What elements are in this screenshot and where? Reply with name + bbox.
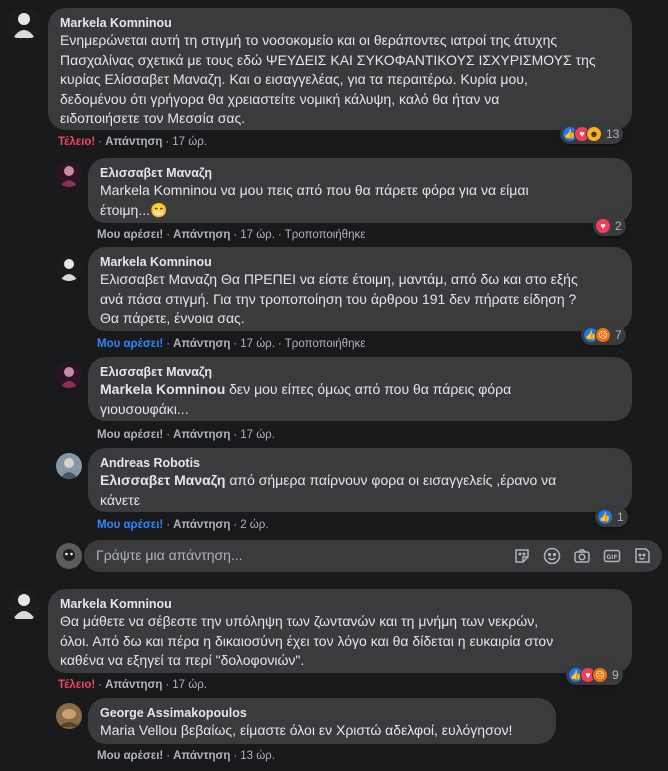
reaction-count: 9 (612, 668, 619, 682)
reply-button[interactable]: Απάντηση (173, 519, 230, 531)
comment-text: Markela Komninou δεν μου είπες όμως από … (100, 381, 512, 417)
comment-author[interactable]: George Assimakopoulos (100, 705, 544, 721)
avatar[interactable] (56, 255, 82, 281)
timestamp[interactable]: 13 ώρ. (240, 750, 275, 762)
current-user-avatar (56, 543, 82, 569)
mention-link[interactable]: Markela Komninou (100, 381, 225, 397)
comment-actions: Μου αρέσει! · Απάντηση · 17 ώρ. · Τροποποιήθηκ… (97, 229, 366, 241)
reactions-summary[interactable]: ♥ 2 (593, 216, 626, 236)
avatar[interactable] (56, 703, 82, 729)
love-reaction-icon: ♥ (595, 218, 611, 234)
comment-text: Ελισσαβετ Μαναζη από σήμερα παίρνουν φορ… (100, 472, 557, 508)
reply-button[interactable]: Απάντηση (173, 429, 230, 441)
comment-bubble: Markela Komninou Θα μάθετε να σέβεστε τη… (48, 589, 632, 673)
mention-link[interactable]: Ελισσαβετ Μαναζη (100, 472, 225, 488)
reaction-count: 2 (615, 219, 622, 233)
timestamp[interactable]: 17 ώρ. (240, 429, 275, 441)
reaction-count: 1 (617, 510, 624, 524)
reply-button[interactable]: Απάντηση (173, 338, 230, 350)
avatar[interactable] (56, 362, 82, 388)
like-button[interactable]: Μου αρέσει! (97, 750, 163, 762)
angry-reaction-icon: ☹ (592, 667, 608, 683)
comment-actions: Μου αρέσει! · Απάντηση · 17 ώρ. · Τροποποιήθηκ… (97, 338, 366, 350)
reaction-count: 13 (606, 127, 620, 141)
reply-input[interactable] (96, 547, 496, 563)
like-button[interactable]: Τέλειο! (58, 136, 95, 148)
like-reaction-icon: 👍 (597, 509, 613, 525)
timestamp[interactable]: 17 ώρ. (240, 229, 275, 241)
comment-actions: Μου αρέσει! · Απάντηση · 17 ώρ. (97, 429, 275, 441)
comment-bubble: George Assimakopoulos Maria Vellou βεβαί… (88, 698, 556, 744)
comment-author[interactable]: Markela Komninou (100, 254, 620, 270)
reply-button[interactable]: Απάντηση (105, 679, 162, 691)
comment-text: Θα μάθετε να σέβεστε την υπόληψη των ζων… (60, 613, 554, 668)
angry-reaction-icon: ☹ (595, 327, 611, 343)
comment-bubble: Ελισσαβετ Μαναζη Markela Komninou να μου… (88, 158, 632, 223)
like-button[interactable]: Τέλειο! (58, 679, 95, 691)
avatar[interactable] (56, 161, 82, 187)
haha-reaction-icon: ☻ (586, 126, 602, 142)
comment-text: Ελισσαβετ Μαναζη Θα ΠΡΕΠΕΙ να είστε έτοι… (100, 271, 578, 326)
comment-bubble: Andreas Robotis Ελισσαβετ Μαναζη από σήμ… (88, 448, 632, 512)
reply-button[interactable]: Απάντηση (173, 229, 230, 241)
edited-label[interactable]: Τροποποιήθηκε (285, 229, 366, 241)
like-button[interactable]: Μου αρέσει! (97, 338, 163, 350)
reactions-summary[interactable]: 👍 ♥ ☻ 13 (560, 124, 624, 144)
timestamp[interactable]: 17 ώρ. (172, 136, 207, 148)
svg-text:GIF: GIF (606, 554, 617, 561)
sticker-alt-icon[interactable] (632, 546, 652, 566)
comment-bubble: Ελισσαβετ Μαναζη Markela Komninou δεν μο… (88, 357, 632, 421)
comment-actions: Τέλειο! · Απάντηση · 17 ώρ. (58, 136, 207, 148)
timestamp[interactable]: 17 ώρ. (240, 338, 275, 350)
like-button[interactable]: Μου αρέσει! (97, 429, 163, 441)
edited-label[interactable]: Τροποποιήθηκε (285, 338, 366, 350)
sticker-icon[interactable] (512, 546, 532, 566)
gif-icon[interactable]: GIF (602, 546, 622, 566)
comment-actions: Μου αρέσει! · Απάντηση · 2 ώρ. (97, 519, 269, 531)
timestamp[interactable]: 17 ώρ. (172, 679, 207, 691)
reply-button[interactable]: Απάντηση (173, 750, 230, 762)
comment-author[interactable]: Markela Komninou (60, 15, 620, 31)
comment-bubble: Markela Komninou Ελισσαβετ Μαναζη Θα ΠΡΕ… (88, 247, 632, 331)
like-button[interactable]: Μου αρέσει! (97, 519, 163, 531)
reactions-summary[interactable]: 👍 ♥ ☹ 9 (566, 665, 623, 685)
reaction-count: 7 (615, 328, 622, 342)
reply-box: GIF (84, 540, 662, 572)
comment-text: Ενημερώνεται αυτή τη στιγμή το νοσοκομεί… (60, 32, 596, 126)
comment-text: Maria Vellou βεβαίως, είμαστε όλοι εν Χρ… (100, 722, 513, 738)
avatar[interactable] (8, 8, 40, 40)
reply-button[interactable]: Απάντηση (105, 136, 162, 148)
comment-bubble: Markela Komninou Ενημερώνεται αυτή τη στ… (48, 8, 632, 130)
timestamp[interactable]: 2 ώρ. (240, 519, 268, 531)
comment-author[interactable]: Ελισσαβετ Μαναζη (100, 165, 620, 181)
emoji-icon[interactable] (542, 546, 562, 566)
reactions-summary[interactable]: 👍 1 (595, 507, 628, 527)
reactions-summary[interactable]: 👍 ☹ 7 (581, 325, 626, 345)
comment-actions: Τέλειο! · Απάντηση · 17 ώρ. (58, 679, 207, 691)
comment-author[interactable]: Ελισσαβετ Μαναζη (100, 364, 620, 380)
avatar[interactable] (8, 589, 40, 621)
avatar[interactable] (56, 453, 82, 479)
comment-actions: Μου αρέσει! · Απάντηση · 13 ώρ. (97, 750, 275, 762)
camera-icon[interactable] (572, 546, 592, 566)
comment-text: Markela Komninou να μου πεις από που θα … (100, 182, 529, 218)
composer-icons: GIF (512, 546, 652, 566)
comment-author[interactable]: Andreas Robotis (100, 455, 620, 471)
comment-author[interactable]: Markela Komninou (60, 596, 620, 612)
like-button[interactable]: Μου αρέσει! (97, 229, 163, 241)
